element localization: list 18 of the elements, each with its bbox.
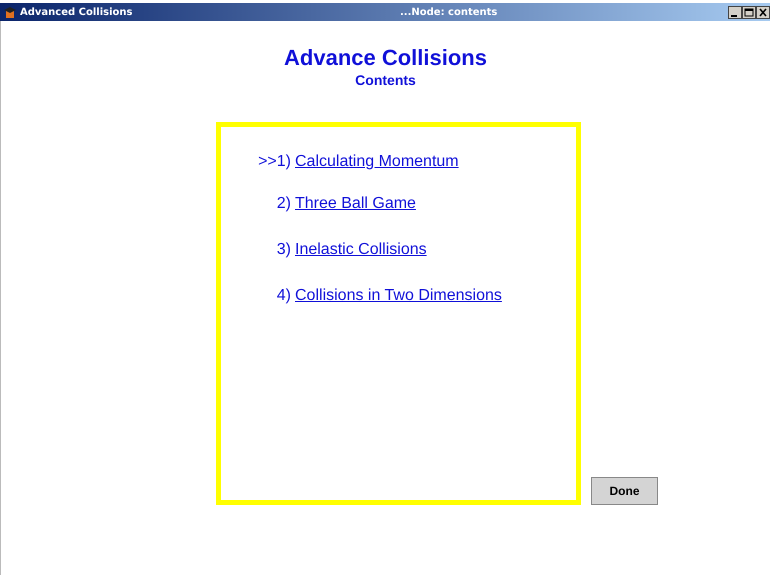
page-subheading: Contents [355, 72, 416, 88]
contents-link[interactable]: Inelastic Collisions [295, 241, 427, 259]
close-icon[interactable] [756, 6, 770, 18]
current-marker: >> [258, 153, 277, 170]
item-number: 4) [276, 287, 291, 304]
item-number: 1) [276, 153, 291, 170]
node-title: ...Node: contents [400, 6, 498, 18]
item-number: 3) [276, 241, 291, 258]
contents-link[interactable]: Collisions in Two Dimensions [295, 287, 502, 305]
graduation-cap-icon [4, 6, 16, 18]
contents-link[interactable]: Three Ball Game [295, 195, 416, 213]
done-button[interactable]: Done [591, 477, 658, 505]
minimize-icon[interactable] [728, 6, 742, 18]
contents-link[interactable]: Calculating Momentum [295, 153, 459, 171]
item-number: 2) [276, 195, 291, 212]
maximize-icon[interactable] [742, 6, 756, 18]
window-title: Advanced Collisions [20, 6, 134, 18]
page-heading: Advance Collisions [284, 45, 487, 71]
